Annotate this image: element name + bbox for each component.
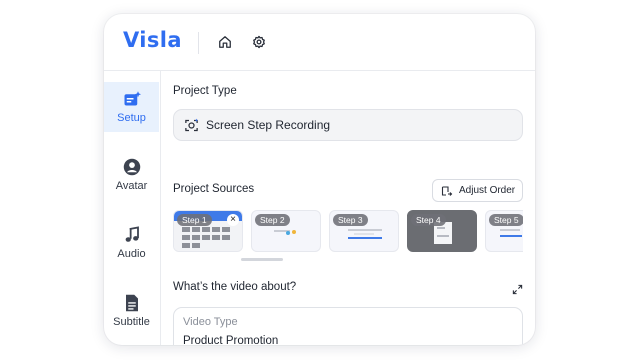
step-thumbnail[interactable]: Step 4 xyxy=(407,210,477,252)
video-about-heading: What’s the video about? xyxy=(173,281,297,293)
step-thumbnail[interactable]: Step 2 xyxy=(251,210,321,252)
person-icon xyxy=(123,158,140,176)
sidebar: Setup Avatar Audio Subtitle xyxy=(104,71,161,345)
source-thumbnails: Step 1 × Step 2 Step 3 Step 4 Step 5 xyxy=(173,209,523,255)
sidebar-item-label: Avatar xyxy=(115,180,148,192)
setup-panel: Project Type Screen Step Recording Proje… xyxy=(161,71,535,345)
project-sources-heading: Project Sources xyxy=(173,183,255,195)
step-label: Step 1 xyxy=(177,214,212,226)
editor-panel: Visla Setup Avatar Audio Subtitle Projec… xyxy=(104,14,535,345)
top-bar: Visla xyxy=(104,14,535,71)
step-thumbnail[interactable]: Step 3 xyxy=(329,210,399,252)
divider xyxy=(198,32,199,54)
home-icon[interactable] xyxy=(216,33,234,51)
sidebar-item-subtitle[interactable]: Subtitle xyxy=(104,286,159,336)
expand-icon[interactable] xyxy=(512,282,524,295)
project-type-value: Screen Step Recording xyxy=(206,118,331,132)
step-label: Step 3 xyxy=(333,214,368,226)
step-thumbnail[interactable]: Step 1 × xyxy=(173,210,243,252)
document-sparkle-icon xyxy=(124,90,141,105)
step-label: Step 4 xyxy=(411,214,446,226)
sidebar-item-label: Subtitle xyxy=(113,316,150,328)
project-type-field[interactable]: Screen Step Recording xyxy=(173,109,523,141)
adjust-order-label: Adjust Order xyxy=(459,185,516,196)
sidebar-item-label: Audio xyxy=(117,248,146,260)
reorder-icon xyxy=(441,185,453,196)
project-type-heading: Project Type xyxy=(173,85,237,97)
step-label: Step 5 xyxy=(489,214,523,226)
step-thumbnail[interactable]: Step 5 xyxy=(485,210,523,252)
thumbnail-scrollbar[interactable] xyxy=(241,258,283,261)
sidebar-item-avatar[interactable]: Avatar xyxy=(104,150,159,200)
settings-gear-icon[interactable] xyxy=(250,33,268,51)
music-note-icon xyxy=(125,226,139,242)
close-icon[interactable]: × xyxy=(227,214,239,226)
video-type-value: Product Promotion xyxy=(183,335,279,345)
video-type-field[interactable]: Video Type Product Promotion xyxy=(173,307,523,345)
video-type-label: Video Type xyxy=(183,316,238,328)
step-label: Step 2 xyxy=(255,214,290,226)
adjust-order-button[interactable]: Adjust Order xyxy=(432,179,523,202)
app-logo[interactable]: Visla xyxy=(123,28,182,52)
sidebar-item-setup[interactable]: Setup xyxy=(104,82,159,132)
sidebar-item-audio[interactable]: Audio xyxy=(104,218,159,268)
sidebar-item-label: Setup xyxy=(117,111,146,124)
screen-record-sparkle-icon xyxy=(185,118,199,131)
document-icon xyxy=(125,294,138,312)
